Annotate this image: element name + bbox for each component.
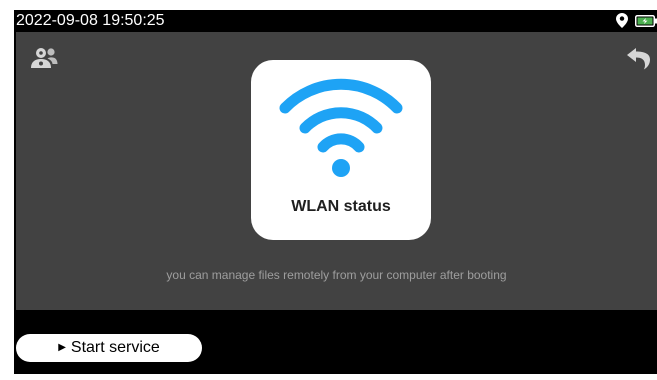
hint-text: you can manage files remotely from your …	[166, 268, 507, 282]
wlan-status-card[interactable]: WLAN status	[251, 60, 431, 240]
wlan-status-label: WLAN status	[291, 198, 391, 215]
start-service-button[interactable]: ▶ Start service	[16, 334, 202, 362]
back-icon[interactable]	[626, 46, 652, 70]
device-screen: 2022-09-08 19:50:25 WLAN status you can …	[14, 10, 657, 374]
battery-icon	[635, 15, 657, 27]
location-icon	[616, 13, 628, 28]
status-bar: 2022-09-08 19:50:25	[14, 10, 657, 32]
start-service-label: Start service	[70, 339, 160, 356]
status-clock: 2022-09-08 19:50:25	[16, 12, 165, 29]
wifi-icon	[279, 78, 403, 177]
users-icon[interactable]	[30, 44, 58, 70]
content-panel: WLAN status you can manage files remotel…	[16, 32, 657, 310]
play-icon: ▶	[58, 342, 66, 353]
